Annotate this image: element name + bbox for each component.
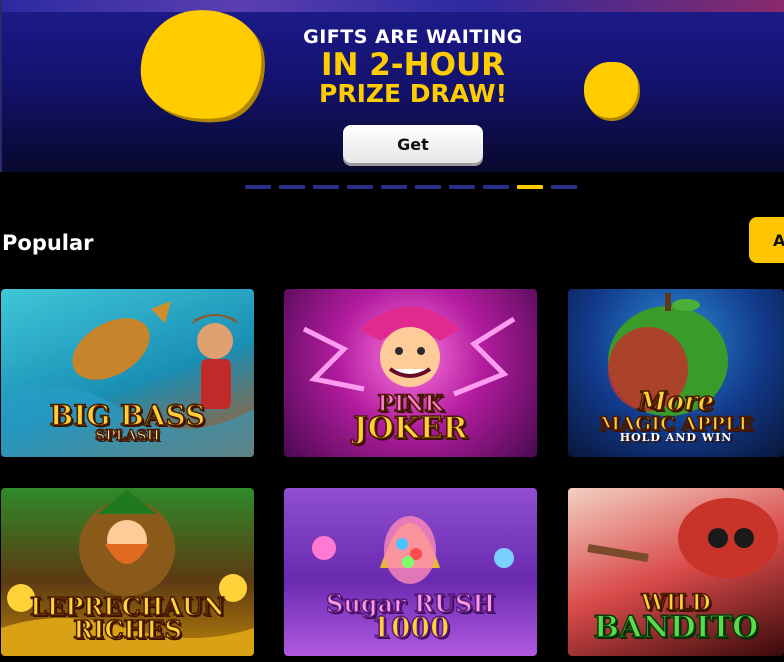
carousel-dot[interactable] bbox=[415, 185, 441, 189]
carousel-dot[interactable] bbox=[313, 185, 339, 189]
promo-banner[interactable]: GIFTS ARE WAITING IN 2-HOUR PRIZE DRAW! … bbox=[0, 0, 784, 172]
all-games-button[interactable]: A bbox=[749, 217, 784, 263]
tile-title-line2: BANDITO bbox=[593, 609, 759, 645]
game-tile-pink-joker[interactable]: PINK JOKER bbox=[284, 289, 537, 457]
tile-title-line3: HOLD AND WIN bbox=[619, 430, 733, 444]
game-tile-leprechaun-riches[interactable]: LEPRECHAUN RICHES bbox=[1, 488, 254, 656]
carousel-pagination bbox=[245, 185, 577, 189]
tile-title-line2: MAGIC APPLE bbox=[598, 412, 753, 435]
tile-title: LEPRECHAUN RICHES bbox=[29, 594, 225, 656]
carousel-dot[interactable] bbox=[449, 185, 475, 189]
carousel-dot[interactable] bbox=[245, 185, 271, 189]
game-tile-wild-bandito[interactable]: WILD BANDITO bbox=[568, 488, 784, 656]
banner-top-strip bbox=[2, 0, 784, 12]
promo-line-2: IN 2-HOUR bbox=[320, 47, 506, 83]
carousel-dot[interactable] bbox=[279, 185, 305, 189]
tile-title: WILD BANDITO bbox=[593, 591, 759, 656]
game-tile-sugar-rush-1000[interactable]: Sugar RUSH 1000 bbox=[284, 488, 537, 656]
tile-title: PINK JOKER bbox=[353, 392, 469, 457]
tile-title: Sugar RUSH 1000 bbox=[325, 590, 496, 656]
tile-title-line1: BIG BASS bbox=[49, 399, 206, 433]
carousel-dot[interactable] bbox=[483, 185, 509, 189]
tile-title-line2: 1000 bbox=[371, 611, 450, 645]
promo-line-1: GIFTS ARE WAITING bbox=[303, 26, 523, 48]
game-tile-big-bass-splash[interactable]: BIG BASS SPLASH bbox=[1, 289, 254, 457]
promo-line-3: PRIZE DRAW! bbox=[319, 79, 507, 108]
promo-headline: GIFTS ARE WAITING IN 2-HOUR PRIZE DRAW! bbox=[302, 26, 524, 108]
carousel-dot-active[interactable] bbox=[517, 185, 543, 189]
yellow-blob-decoration bbox=[132, 2, 270, 128]
tile-title-line2: JOKER bbox=[353, 410, 469, 446]
carousel-dot[interactable] bbox=[347, 185, 373, 189]
get-button[interactable]: Get bbox=[343, 125, 483, 163]
tile-title: BIG BASS SPLASH bbox=[49, 399, 206, 457]
carousel-dot[interactable] bbox=[551, 185, 577, 189]
tile-title-line1: More bbox=[637, 386, 715, 417]
game-tile-more-magic-apple[interactable]: More MAGIC APPLE HOLD AND WIN bbox=[568, 289, 784, 457]
tile-title: More MAGIC APPLE HOLD AND WIN bbox=[598, 386, 753, 457]
section-title-popular: Popular bbox=[2, 231, 94, 255]
yellow-blob-small-decoration bbox=[584, 62, 638, 118]
carousel-dot[interactable] bbox=[381, 185, 407, 189]
tile-title-line2: RICHES bbox=[72, 615, 182, 645]
